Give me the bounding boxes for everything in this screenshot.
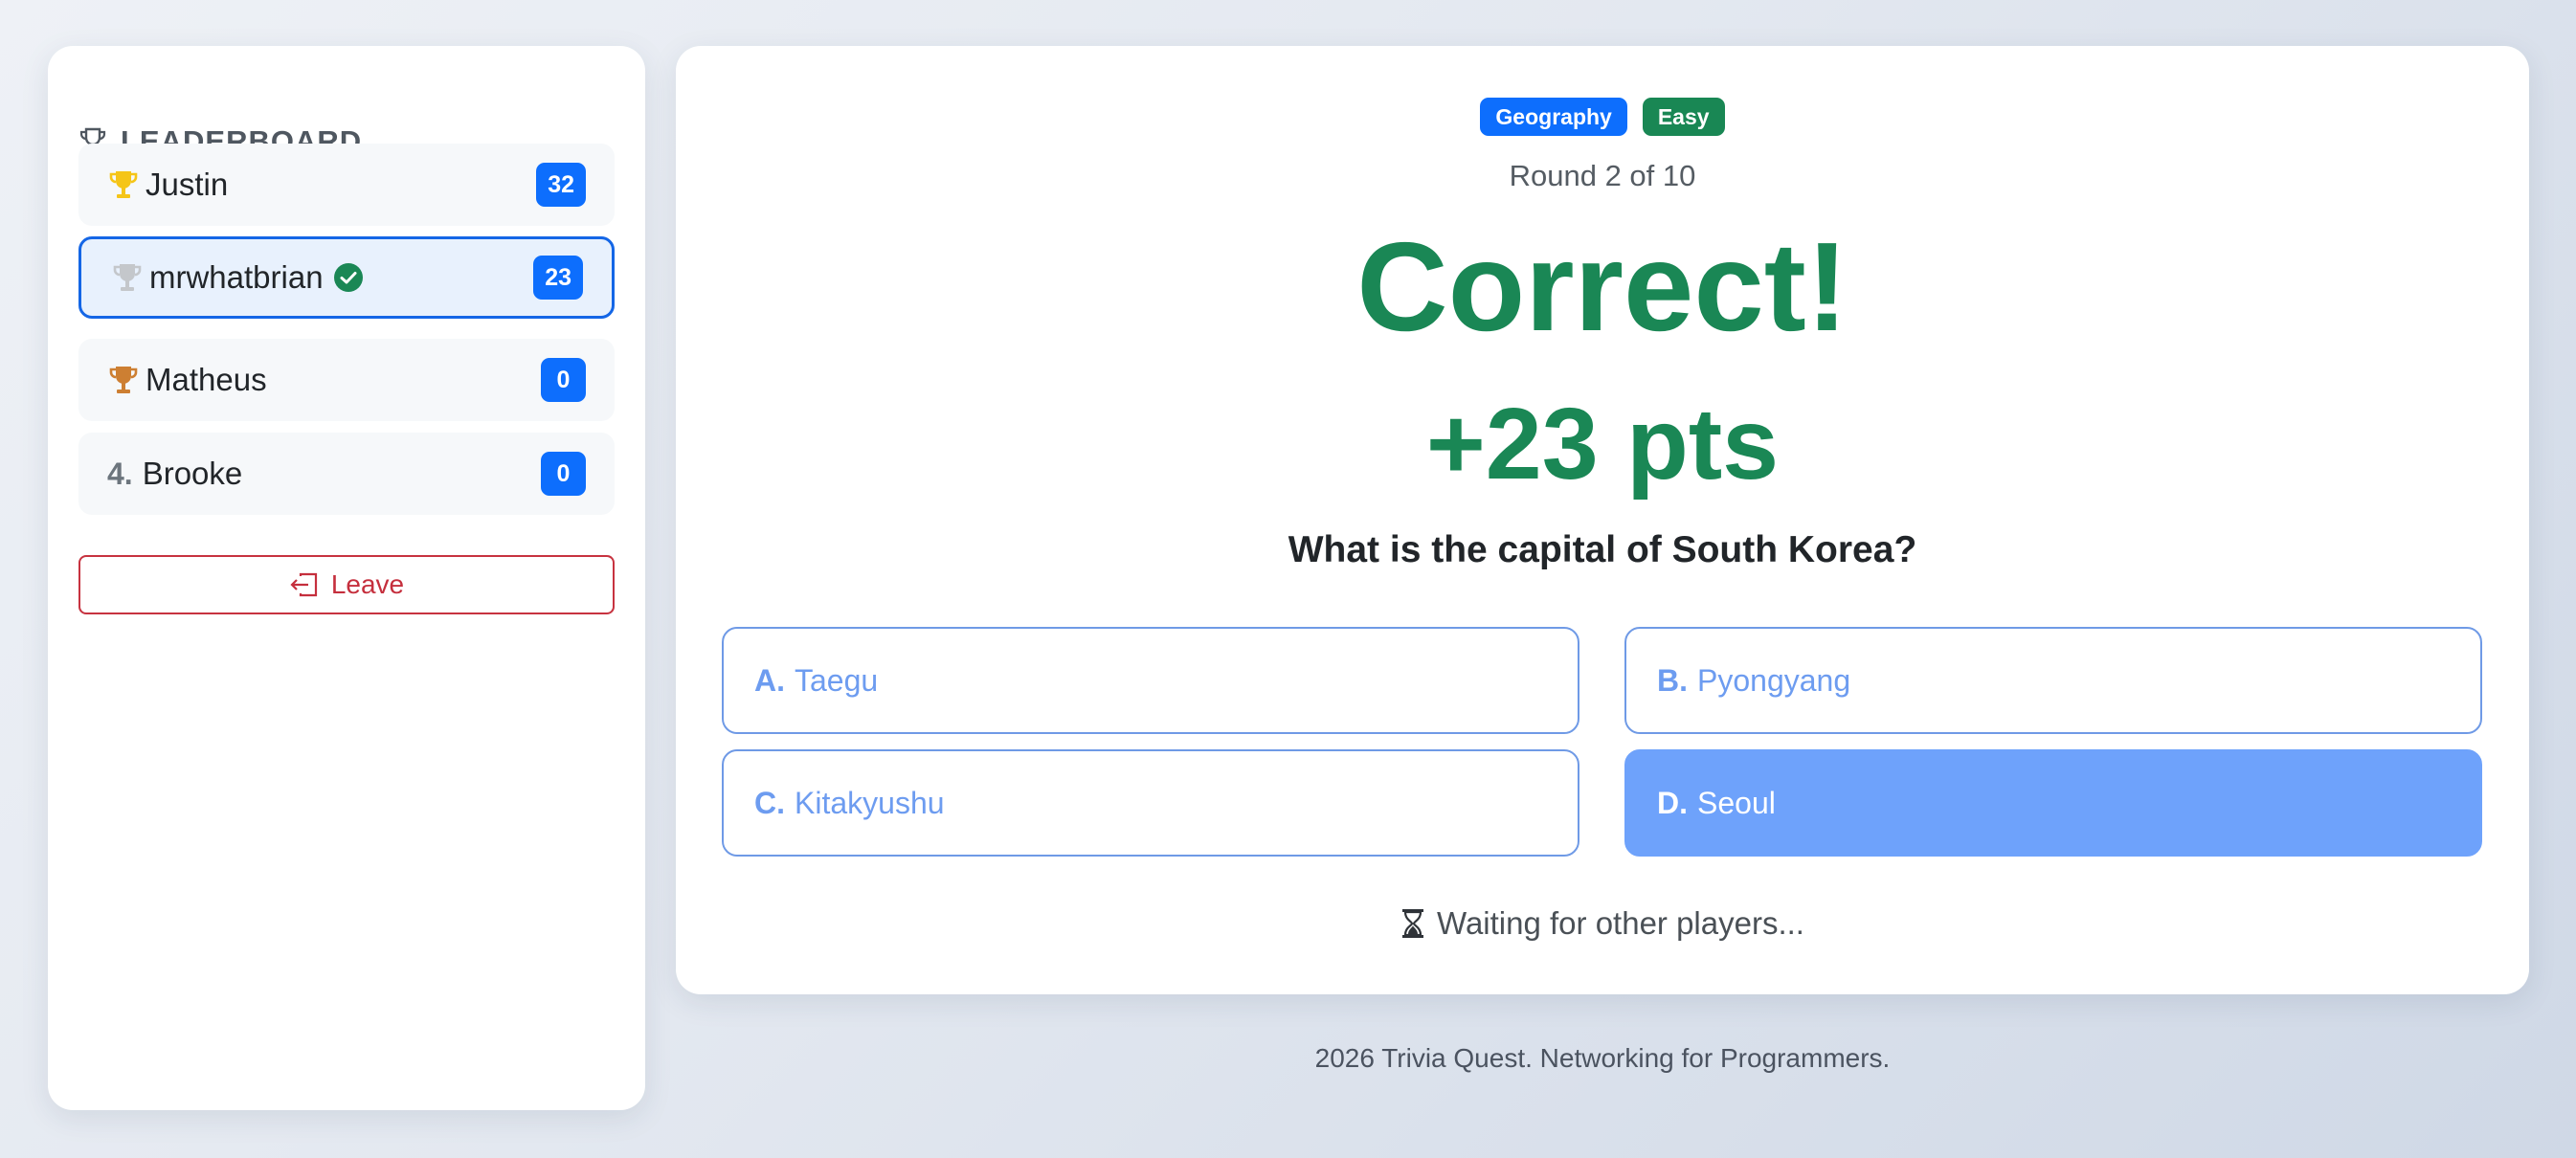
- difficulty-badge: Easy: [1642, 98, 1725, 136]
- answer-letter: D.: [1657, 785, 1688, 820]
- result-heading: Correct!: [1356, 216, 1848, 357]
- player-name: mrwhatbrian: [149, 259, 324, 295]
- footer-text: 2026 Trivia Quest. Networking for Progra…: [1314, 1043, 1891, 1073]
- question-tags: Geography Easy: [676, 98, 2529, 136]
- rank-number: 4.: [107, 456, 133, 491]
- leaderboard-row-justin: Justin 32: [78, 144, 615, 226]
- category-badge: Geography: [1480, 98, 1627, 136]
- player-name: Matheus: [146, 362, 267, 397]
- answer-text: Taegu: [795, 662, 879, 698]
- answer-letter: A.: [754, 662, 785, 698]
- answer-text: Seoul: [1697, 785, 1776, 820]
- silver-trophy-icon: [111, 261, 144, 294]
- score-badge: 0: [541, 358, 586, 402]
- score-badge: 23: [533, 256, 583, 300]
- answer-letter: C.: [754, 785, 785, 820]
- answer-option-a[interactable]: A. Taegu: [722, 627, 1579, 734]
- player-name: Justin: [146, 167, 229, 202]
- hourglass-icon: [1400, 908, 1425, 939]
- check-circle-icon: [333, 262, 364, 293]
- answer-option-d[interactable]: D. Seoul: [1624, 749, 2482, 857]
- answer-option-b[interactable]: B. Pyongyang: [1624, 627, 2482, 734]
- answer-text: Pyongyang: [1697, 662, 1851, 698]
- leave-label: Leave: [330, 569, 405, 599]
- answer-text: Kitakyushu: [795, 785, 945, 820]
- waiting-text: Waiting for other players...: [1437, 905, 1804, 941]
- question-card: Geography Easy Round 2 of 10 Correct! +2…: [676, 46, 2529, 994]
- leaderboard-row-brooke: 4. Brooke 0: [78, 433, 615, 515]
- waiting-status: Waiting for other players...: [676, 905, 2529, 942]
- player-name: Brooke: [142, 456, 243, 491]
- score-badge: 32: [536, 163, 586, 207]
- exit-icon: [289, 572, 318, 597]
- answer-option-c[interactable]: C. Kitakyushu: [722, 749, 1579, 857]
- bronze-trophy-icon: [107, 364, 140, 396]
- leaderboard-row-self: mrwhatbrian 23: [78, 236, 615, 319]
- leaderboard-row-matheus: Matheus 0: [78, 339, 615, 421]
- points-earned: +23 pts: [1425, 388, 1780, 501]
- round-indicator: Round 2 of 10: [1509, 159, 1696, 192]
- score-badge: 0: [541, 452, 586, 496]
- leaderboard-panel: LEADERBOARD Justin 32 mrwhatbrian 23 Mat…: [48, 46, 645, 1110]
- leave-button[interactable]: Leave: [78, 555, 615, 614]
- answer-letter: B.: [1657, 662, 1688, 698]
- question-text: What is the capital of South Korea?: [1288, 529, 1917, 570]
- gold-trophy-icon: [107, 168, 140, 201]
